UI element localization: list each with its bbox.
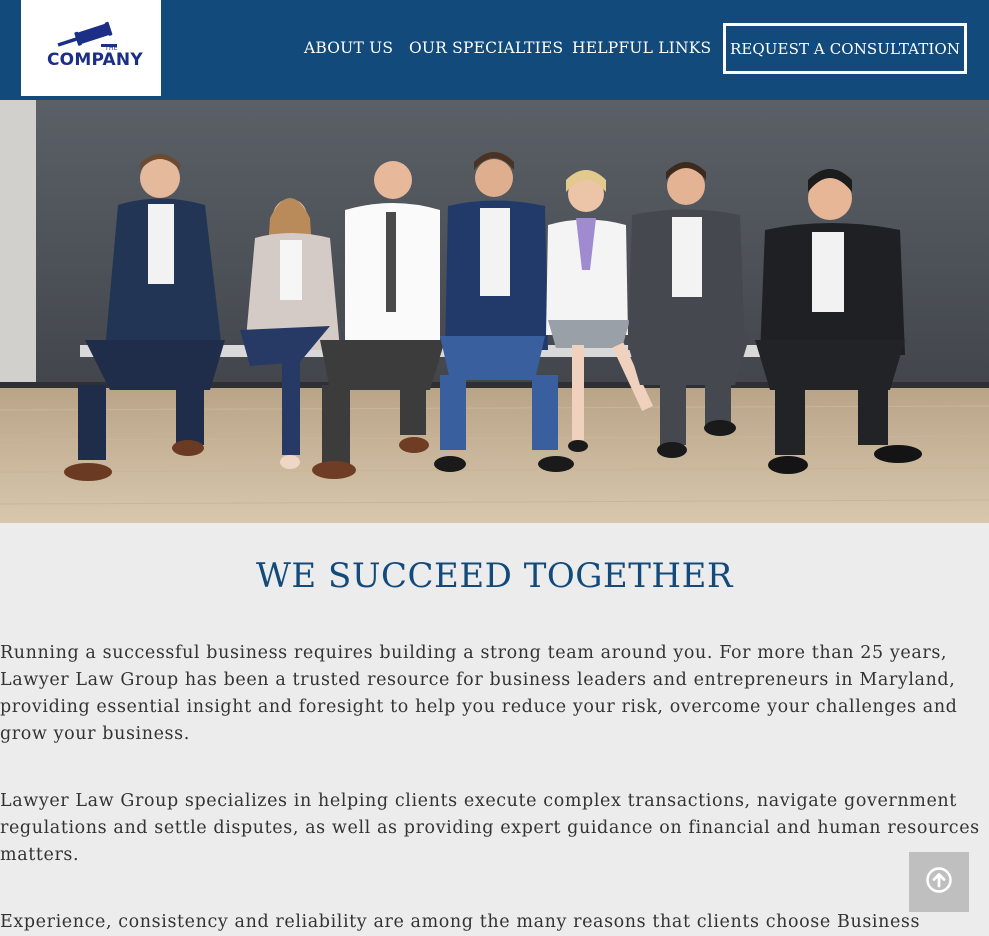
paragraph-line: Lawyer Law Group has been a trusted reso… xyxy=(0,670,956,690)
paragraph-line: Lawyer Law Group specializes in helping … xyxy=(0,791,957,811)
intro-paragraph: Running a successful business requires b… xyxy=(0,640,989,748)
nav-our-specialties[interactable]: OUR SPECIALTIES xyxy=(409,39,563,57)
section-title: WE SUCCEED TOGETHER xyxy=(255,556,734,596)
paragraph-line: grow your business. xyxy=(0,724,190,744)
paragraph-line: providing essential insight and foresigh… xyxy=(0,697,958,717)
gavel-icon xyxy=(57,21,117,47)
hero-team-photo xyxy=(0,100,989,523)
specialties-paragraph: Lawyer Law Group specializes in helping … xyxy=(0,788,989,869)
request-consultation-button[interactable]: REQUEST A CONSULTATION xyxy=(723,23,967,74)
logo-text: COMPANY xyxy=(47,50,143,70)
team-photo-illustration xyxy=(0,100,989,523)
arrow-up-circle-icon xyxy=(926,867,952,893)
company-logo[interactable]: THE COMPANY xyxy=(21,0,161,96)
nav-helpful-links[interactable]: HELPFUL LINKS xyxy=(572,39,711,57)
request-consultation-label: REQUEST A CONSULTATION xyxy=(729,39,961,58)
paragraph-line: regulations and settle disputes, as well… xyxy=(0,818,980,838)
paragraph-line: matters. xyxy=(0,845,80,865)
nav-about-us[interactable]: ABOUT US xyxy=(304,39,393,57)
paragraph-line: Running a successful business requires b… xyxy=(0,643,948,663)
paragraph-line: Experience, consistency and reliability … xyxy=(0,912,921,932)
scroll-to-top-button[interactable] xyxy=(909,852,969,912)
site-header: THE COMPANY ABOUT US OUR SPECIALTIES HEL… xyxy=(0,0,989,100)
